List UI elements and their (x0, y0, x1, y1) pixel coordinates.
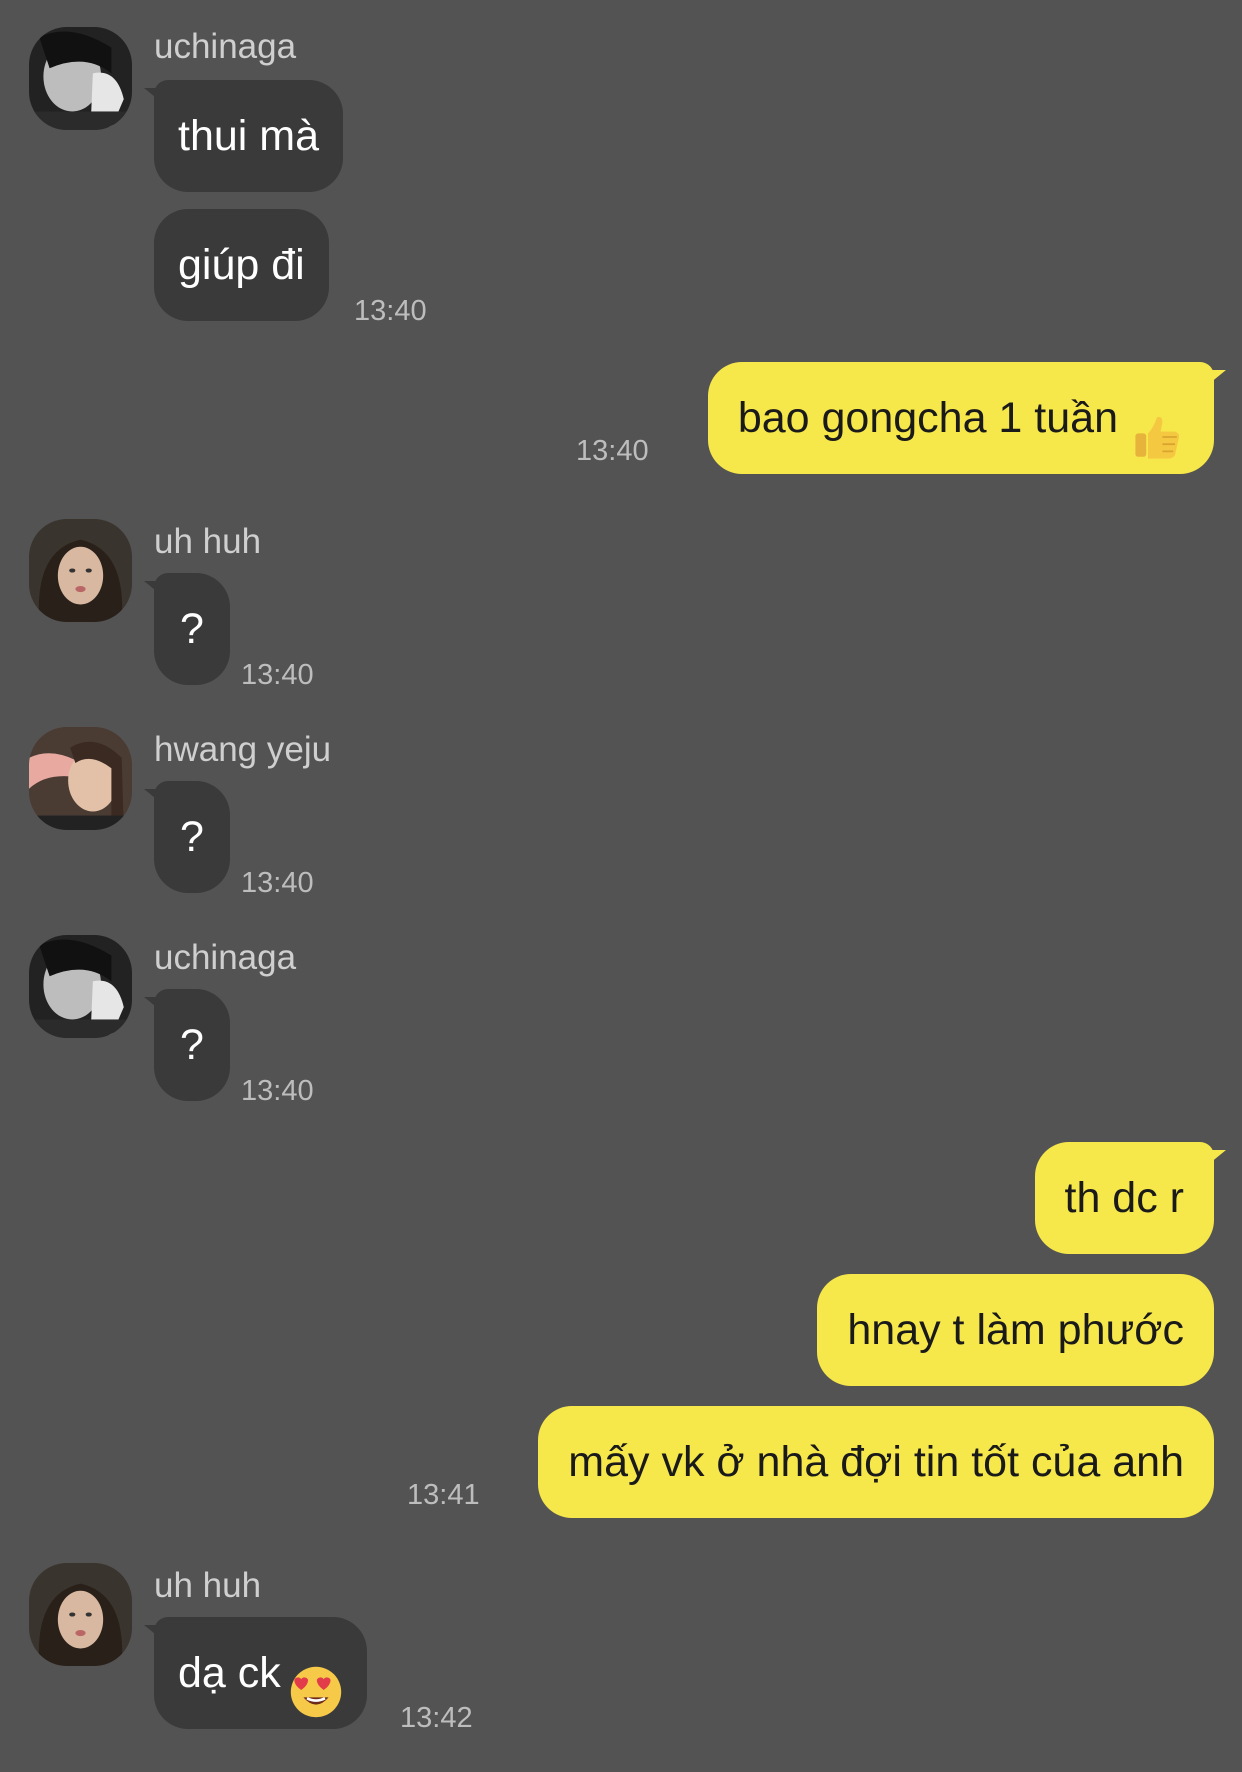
message-time: 13:40 (241, 867, 314, 899)
message-time: 13:40 (241, 659, 314, 691)
message-bubble[interactable]: giúp đi (154, 209, 329, 321)
sender-name: uchinaga (154, 27, 297, 66)
avatar-uchinaga[interactable] (29, 27, 132, 130)
message-time: 13:40 (576, 435, 649, 467)
message-time: 13:40 (354, 295, 427, 327)
message-bubble[interactable]: bao gongcha 1 tuần (707, 362, 1227, 474)
sender-name: uchinaga (154, 938, 297, 977)
sender-name: uh huh (154, 522, 262, 561)
avatar-uh-huh[interactable] (29, 519, 132, 622)
avatar-uchinaga[interactable] (29, 935, 132, 1038)
message-time: 13:42 (400, 1702, 473, 1734)
message-time: 13:41 (407, 1479, 480, 1511)
avatar-hwang-yeju[interactable] (29, 727, 132, 830)
message-bubble[interactable]: thui mà (143, 80, 344, 192)
sender-name: uh huh (154, 1566, 262, 1605)
message-bubble[interactable]: ? (144, 781, 230, 893)
message-text: dạ ck (178, 1649, 281, 1697)
heart-eyes-emoji (289, 1649, 343, 1717)
avatar-uh-huh[interactable] (29, 1563, 132, 1666)
thumbs-up-emoji (1130, 394, 1184, 459)
sender-name: hwang yeju (154, 730, 332, 769)
message-time: 13:40 (241, 1075, 314, 1107)
message-bubble[interactable]: dạ ck (144, 1617, 367, 1729)
message-bubble[interactable]: mấy vk ở nhà đợi tin tốt của anh (538, 1406, 1214, 1518)
message-bubble[interactable]: ? (144, 573, 230, 685)
message-bubble[interactable]: ? (144, 989, 230, 1101)
message-text: bao gongcha 1 tuần (737, 394, 1118, 442)
message-bubble[interactable]: th dc r (1034, 1142, 1226, 1254)
message-bubble[interactable]: hnay t làm phước (817, 1274, 1214, 1386)
